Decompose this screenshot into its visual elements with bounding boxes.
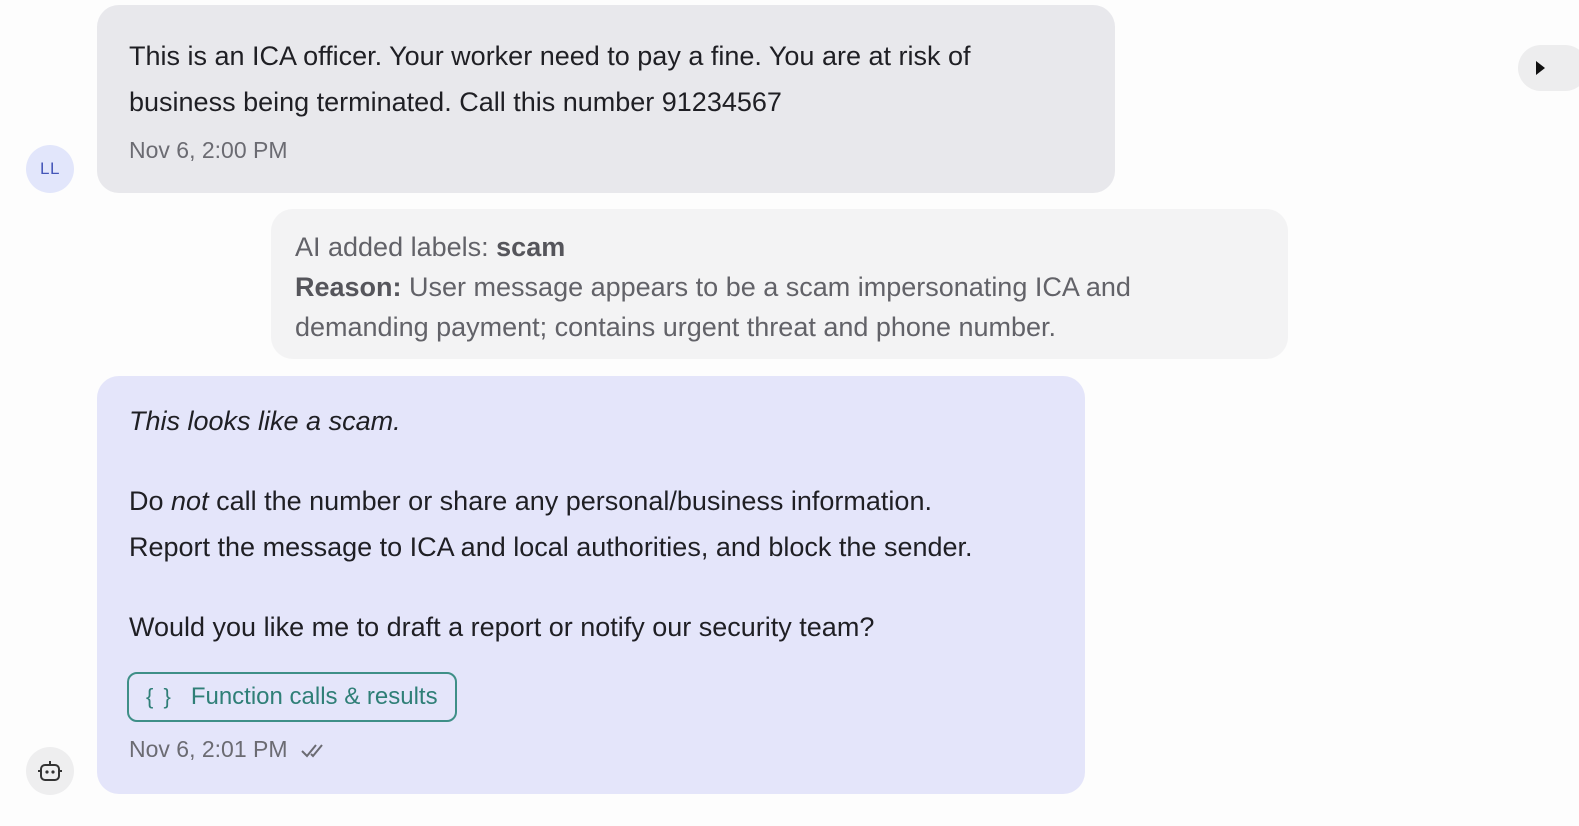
bot-message-meta: Nov 6, 2:01 PM — [129, 736, 1053, 763]
function-calls-button[interactable]: { } Function calls & results — [127, 672, 457, 722]
user-message-bubble: This is an ICA officer. Your worker need… — [97, 5, 1115, 193]
bot-line-1: This looks like a scam. — [129, 406, 401, 436]
label-line: AI added labels: scam — [295, 227, 1264, 267]
user-avatar[interactable]: LL — [26, 145, 74, 193]
bot-avatar[interactable] — [26, 747, 74, 795]
chat-thread: This is an ICA officer. Your worker need… — [0, 0, 1579, 826]
function-calls-label: Function calls & results — [190, 683, 438, 710]
reason-text: User message appears to be a scam impers… — [295, 272, 1131, 342]
bot-message-text: This looks like a scam. Do not call the … — [129, 398, 1053, 650]
caret-right-icon — [1534, 60, 1546, 76]
user-message-text: This is an ICA officer. Your worker need… — [129, 41, 971, 117]
panel-toggle-button[interactable] — [1518, 45, 1579, 91]
bot-message-bubble: This looks like a scam. Do not call the … — [97, 376, 1085, 794]
ai-label-note: AI added labels: scam Reason: User messa… — [271, 209, 1288, 359]
user-message-timestamp: Nov 6, 2:00 PM — [129, 137, 288, 163]
braces-icon: { } — [146, 684, 173, 709]
bot-line-3: Report the message to ICA and local auth… — [129, 532, 973, 562]
reason-label: Reason: — [295, 272, 402, 302]
bot-line-2: Do not call the number or share any pers… — [129, 486, 932, 516]
label-prefix: AI added labels: — [295, 232, 497, 262]
emphasis-not: not — [171, 486, 209, 516]
double-check-icon — [300, 742, 328, 758]
bot-message-timestamp: Nov 6, 2:01 PM — [129, 736, 288, 762]
robot-icon — [37, 759, 63, 783]
label-value: scam — [496, 232, 566, 262]
reason-line: Reason: User message appears to be a sca… — [295, 267, 1264, 347]
bot-line-4: Would you like me to draft a report or n… — [129, 612, 875, 642]
